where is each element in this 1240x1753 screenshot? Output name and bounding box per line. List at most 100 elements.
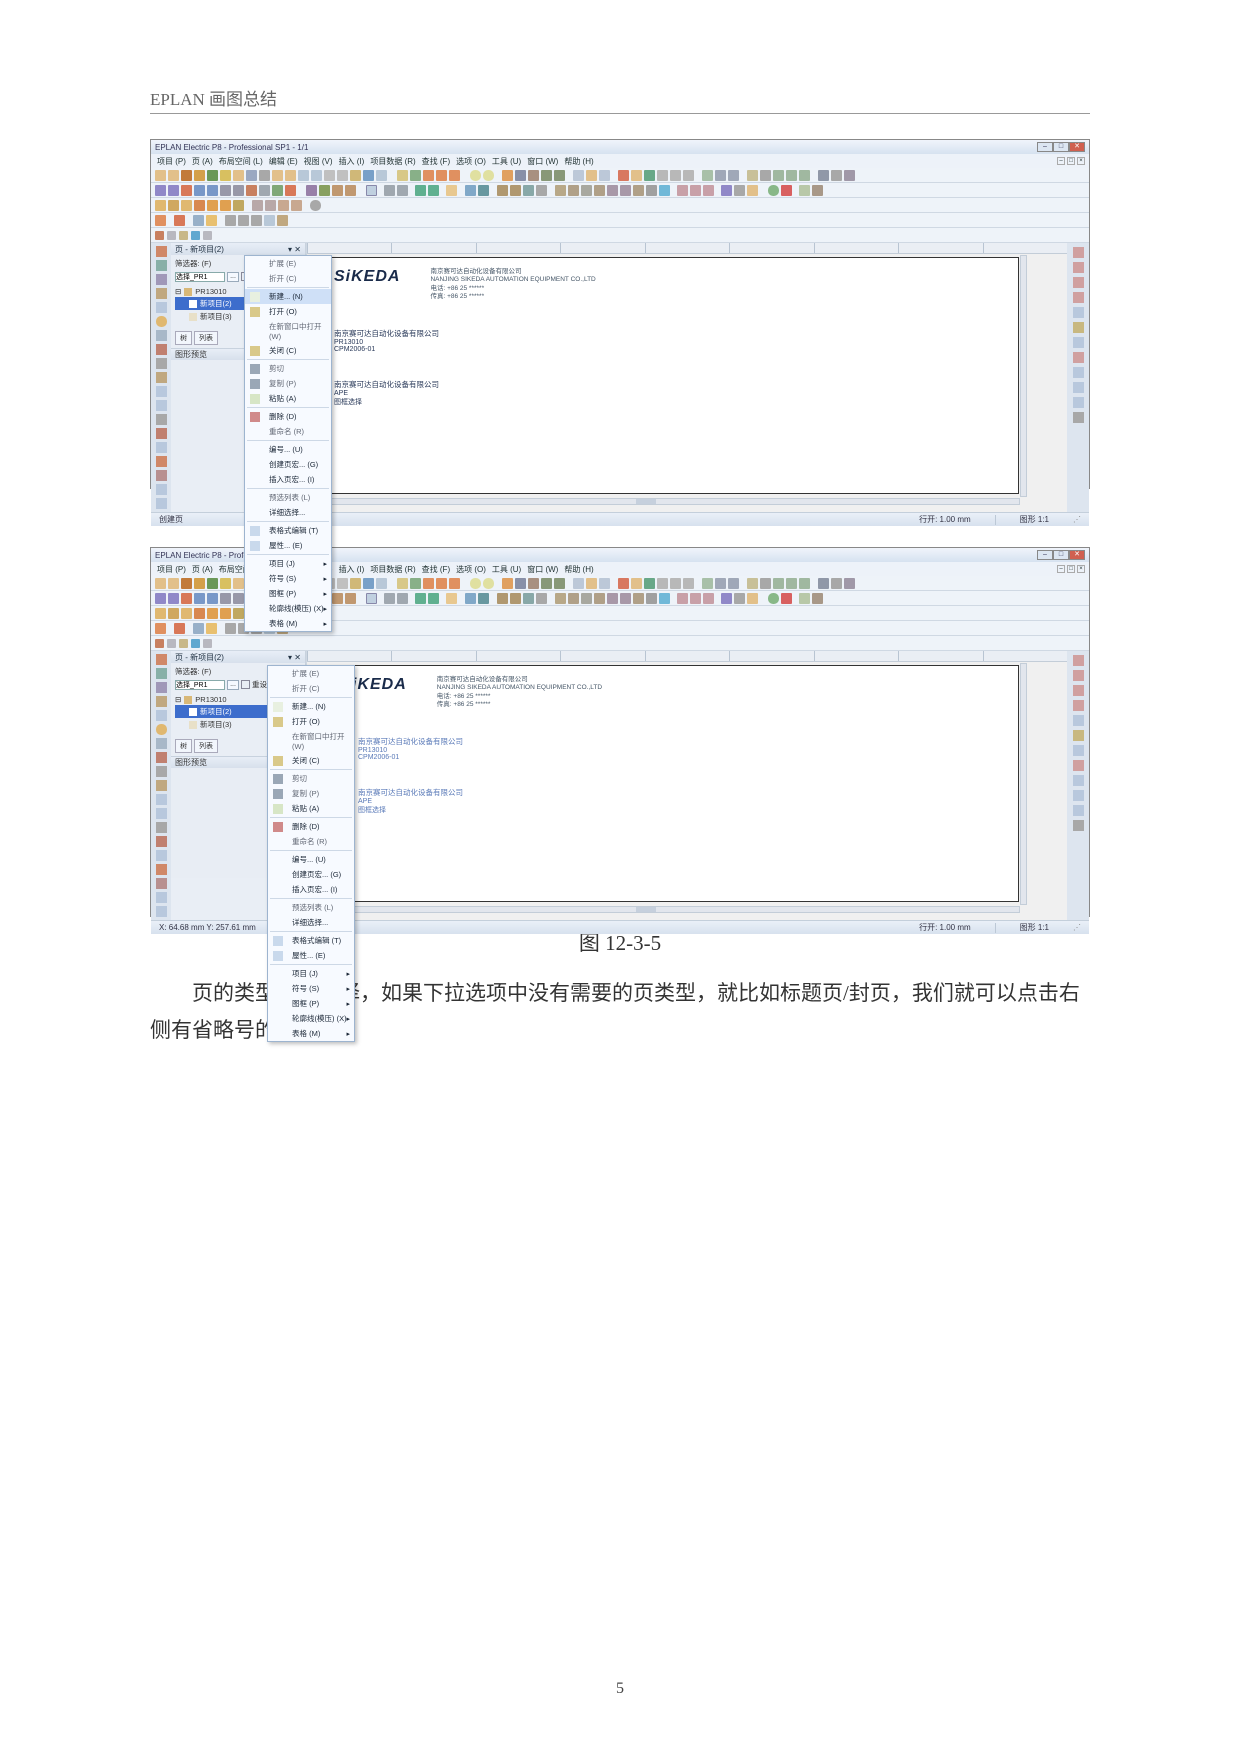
ctx-item-i20[interactable]: 图框 (P)▸ [268, 996, 354, 1011]
tree-node-project[interactable]: PR13010 [195, 695, 226, 704]
tb-icon[interactable] [594, 185, 605, 196]
rail-icon[interactable] [1073, 760, 1084, 771]
tb-icon[interactable] [436, 578, 447, 589]
rail-icon[interactable] [1073, 775, 1084, 786]
rail-icon[interactable] [156, 738, 167, 749]
tb-icon[interactable] [168, 578, 179, 589]
tb-icon[interactable] [428, 593, 439, 604]
ctx-item-i2[interactable]: 新建... (N) [268, 699, 354, 714]
menu-window[interactable]: 窗口 (W) [527, 156, 558, 167]
scrollbar-vertical[interactable] [1020, 255, 1027, 497]
tb-icon[interactable] [278, 200, 289, 211]
tb-icon[interactable] [670, 578, 681, 589]
tb-icon[interactable] [768, 185, 779, 196]
tb-icon[interactable] [799, 185, 810, 196]
tb-icon[interactable] [659, 185, 670, 196]
tb-icon[interactable] [155, 170, 166, 181]
tb-icon[interactable] [265, 200, 276, 211]
tb-icon[interactable] [502, 170, 513, 181]
maximize-button[interactable]: □ [1053, 142, 1069, 152]
tb-icon[interactable] [207, 578, 218, 589]
rail-icon[interactable] [1073, 292, 1084, 303]
rail-icon[interactable] [156, 442, 167, 453]
tb-icon[interactable] [225, 215, 236, 226]
tb-icon[interactable] [155, 231, 164, 240]
tb-icon[interactable] [174, 623, 185, 634]
ctx-item-i15[interactable]: 详细选择... [268, 915, 354, 930]
tb-icon[interactable] [350, 170, 361, 181]
tb-icon[interactable] [618, 170, 629, 181]
tb-icon[interactable] [715, 170, 726, 181]
close-button[interactable]: ✕ [1069, 142, 1085, 152]
ctx-item-i3[interactable]: 打开 (O) [245, 304, 331, 319]
menu-help[interactable]: 帮助 (H) [564, 564, 593, 575]
mdi-close[interactable]: × [1077, 157, 1085, 165]
tb-icon[interactable] [194, 200, 205, 211]
ctx-item-i17[interactable]: 屋性... (E) [268, 948, 354, 963]
tb-icon[interactable] [683, 170, 694, 181]
tb-icon[interactable] [410, 578, 421, 589]
tb-icon[interactable] [207, 593, 218, 604]
tb-icon[interactable] [734, 593, 745, 604]
tb-icon[interactable] [324, 170, 335, 181]
tb-icon[interactable] [350, 578, 361, 589]
tb-icon[interactable] [515, 170, 526, 181]
tb-icon[interactable] [541, 170, 552, 181]
tb-icon[interactable] [644, 170, 655, 181]
tb-icon[interactable] [179, 231, 188, 240]
drawing-canvas[interactable]: SiKEDA 南京赛可达自动化设备有限公司 NANJING SIKEDA AUT… [306, 243, 1067, 512]
ctx-item-i12[interactable]: 创建页宏... (G) [268, 867, 354, 882]
menu-page[interactable]: 页 (A) [192, 156, 213, 167]
tree-node-page[interactable]: 新项目(3) [200, 311, 232, 322]
tb-icon[interactable] [179, 639, 188, 648]
tb-icon[interactable] [631, 578, 642, 589]
menu-insert[interactable]: 插入 (I) [339, 564, 365, 575]
menu-view[interactable]: 视图 (V) [304, 156, 333, 167]
tb-icon[interactable] [206, 623, 217, 634]
rail-icon[interactable] [1073, 277, 1084, 288]
tb-icon[interactable] [483, 170, 494, 181]
ctx-item-i21[interactable]: 轮廓线(模压) (X)▸ [268, 1011, 354, 1026]
rail-icon[interactable] [1073, 247, 1084, 258]
tb-icon[interactable] [786, 578, 797, 589]
rail-icon[interactable] [1073, 655, 1084, 666]
tb-icon[interactable] [220, 578, 231, 589]
tb-icon[interactable] [155, 215, 166, 226]
rail-icon[interactable] [156, 696, 167, 707]
tb-icon[interactable] [510, 593, 521, 604]
tb-icon[interactable] [155, 623, 166, 634]
tb-icon[interactable] [252, 200, 263, 211]
tb-icon[interactable] [384, 593, 395, 604]
tb-icon[interactable] [599, 170, 610, 181]
rail-icon[interactable] [1073, 322, 1084, 333]
tb-icon[interactable] [410, 170, 421, 181]
tb-icon[interactable] [554, 170, 565, 181]
ctx-item-i18[interactable]: 项目 (J)▸ [268, 966, 354, 981]
tb-icon[interactable] [233, 578, 244, 589]
tb-icon[interactable] [155, 200, 166, 211]
tb-icon[interactable] [618, 578, 629, 589]
tb-icon[interactable] [259, 185, 270, 196]
rail-icon[interactable] [1073, 262, 1084, 273]
minimize-button[interactable]: – [1037, 142, 1053, 152]
tb-icon[interactable] [306, 185, 317, 196]
rail-icon[interactable] [1073, 700, 1084, 711]
rail-icon[interactable] [1073, 805, 1084, 816]
tb-icon[interactable] [251, 215, 262, 226]
tb-icon[interactable] [191, 639, 200, 648]
tb-icon[interactable] [233, 170, 244, 181]
tb-icon[interactable] [760, 170, 771, 181]
rail-icon[interactable] [156, 724, 167, 735]
ctx-item-i8[interactable]: 粘贴 (A) [268, 801, 354, 816]
rail-icon[interactable] [156, 344, 167, 355]
menu-layout[interactable]: 布局空间 (L) [219, 156, 263, 167]
tb-icon[interactable] [366, 185, 377, 196]
ctx-item-i2[interactable]: 新建... (N) [245, 289, 331, 304]
tb-icon[interactable] [631, 170, 642, 181]
tree-node-page[interactable]: 新项目(3) [200, 719, 232, 730]
rail-icon[interactable] [156, 274, 167, 285]
ctx-item-i21[interactable]: 轮廓线(模压) (X)▸ [245, 601, 331, 616]
tb-icon[interactable] [734, 185, 745, 196]
tb-icon[interactable] [470, 170, 481, 181]
rail-icon[interactable] [156, 808, 167, 819]
